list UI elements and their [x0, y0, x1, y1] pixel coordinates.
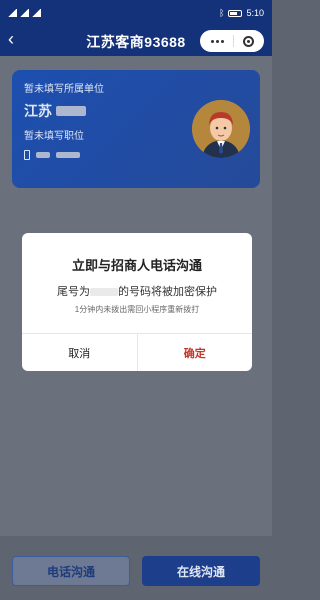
blurred-phone-tail — [90, 288, 118, 297]
status-time: 5:10 — [246, 8, 264, 18]
bottom-action-bar: 电话沟通 在线沟通 — [0, 536, 272, 600]
dialog-title: 立即与招商人电话沟通 — [71, 258, 202, 273]
dialog-message: 尾号为 的号码将被加密保护 — [22, 283, 252, 299]
bluetooth-icon: ᛒ — [219, 8, 225, 18]
phone-icon — [24, 150, 30, 160]
online-chat-button[interactable]: 在线沟通 — [142, 556, 260, 586]
profile-card: 暂未填写所属单位 江苏 暂未填写职位 — [12, 70, 260, 188]
confirm-button[interactable]: 确定 — [138, 334, 253, 371]
cancel-button[interactable]: 取消 — [22, 334, 138, 371]
dialog-actions: 取消 确定 — [22, 333, 252, 371]
status-icons-right: ᛒ 5:10 — [219, 8, 264, 18]
avatar — [192, 100, 250, 158]
blurred-phone — [56, 152, 80, 158]
dialog-message-suffix: 的号码将被加密保护 — [118, 286, 217, 298]
dialog-message-prefix: 尾号为 — [57, 286, 90, 298]
signal-icon — [8, 9, 17, 17]
wifi-icon — [32, 9, 41, 17]
status-icons-left — [8, 9, 41, 17]
company-text: 暂未填写所属单位 — [24, 84, 104, 95]
blurred-phone — [36, 152, 50, 158]
close-miniprogram-icon[interactable] — [242, 35, 254, 47]
contact-name-prefix: 江苏 — [24, 103, 52, 119]
capsule-divider — [232, 35, 234, 47]
nav-bar: ‹ 江苏客商93688 — [0, 26, 272, 56]
blurred-name — [56, 106, 86, 116]
miniprogram-capsule — [200, 30, 264, 52]
dialog-hint: 1分钟内未拨出需回小程序重新拨打 — [74, 305, 200, 314]
phone-contact-button[interactable]: 电话沟通 — [12, 556, 130, 586]
more-icon[interactable] — [210, 39, 224, 43]
battery-icon — [228, 9, 243, 17]
status-bar: ᛒ 5:10 — [0, 0, 272, 26]
call-confirm-dialog: 立即与招商人电话沟通 尾号为 的号码将被加密保护 1分钟内未拨出需回小程序重新拨打… — [22, 233, 252, 371]
signal-icon — [20, 9, 29, 17]
